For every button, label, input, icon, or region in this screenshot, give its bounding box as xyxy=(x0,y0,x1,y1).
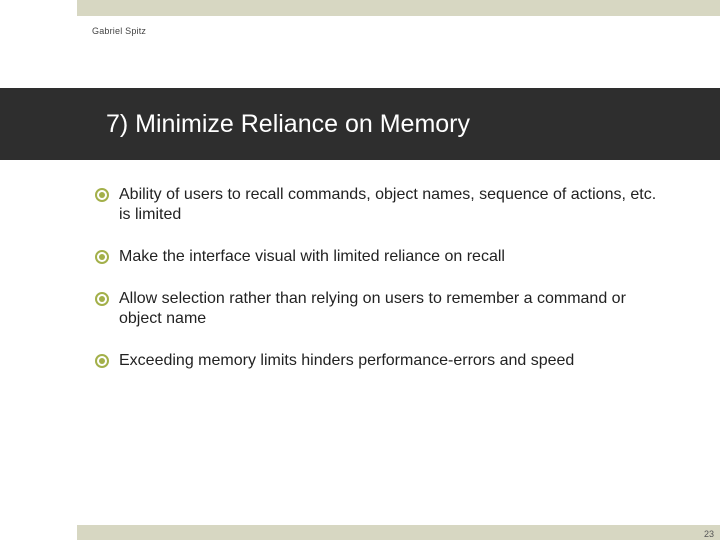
top-accent-band xyxy=(77,0,720,16)
bottom-accent-band xyxy=(77,525,720,540)
bullet-text: Make the interface visual with limited r… xyxy=(119,247,505,267)
bullet-icon xyxy=(95,292,109,306)
list-item: Make the interface visual with limited r… xyxy=(95,247,660,267)
bullet-icon xyxy=(95,250,109,264)
bullet-text: Allow selection rather than relying on u… xyxy=(119,289,660,329)
content-area: Ability of users to recall commands, obj… xyxy=(95,185,660,393)
list-item: Exceeding memory limits hinders performa… xyxy=(95,351,660,371)
list-item: Allow selection rather than relying on u… xyxy=(95,289,660,329)
author-name: Gabriel Spitz xyxy=(92,26,146,36)
page-number: 23 xyxy=(704,529,714,539)
bullet-icon xyxy=(95,354,109,368)
list-item: Ability of users to recall commands, obj… xyxy=(95,185,660,225)
slide-title: 7) Minimize Reliance on Memory xyxy=(106,110,470,139)
bullet-text: Exceeding memory limits hinders performa… xyxy=(119,351,574,371)
bullet-icon xyxy=(95,188,109,202)
slide: Gabriel Spitz 7) Minimize Reliance on Me… xyxy=(0,0,720,540)
title-band: 7) Minimize Reliance on Memory xyxy=(0,88,720,160)
bullet-text: Ability of users to recall commands, obj… xyxy=(119,185,660,225)
